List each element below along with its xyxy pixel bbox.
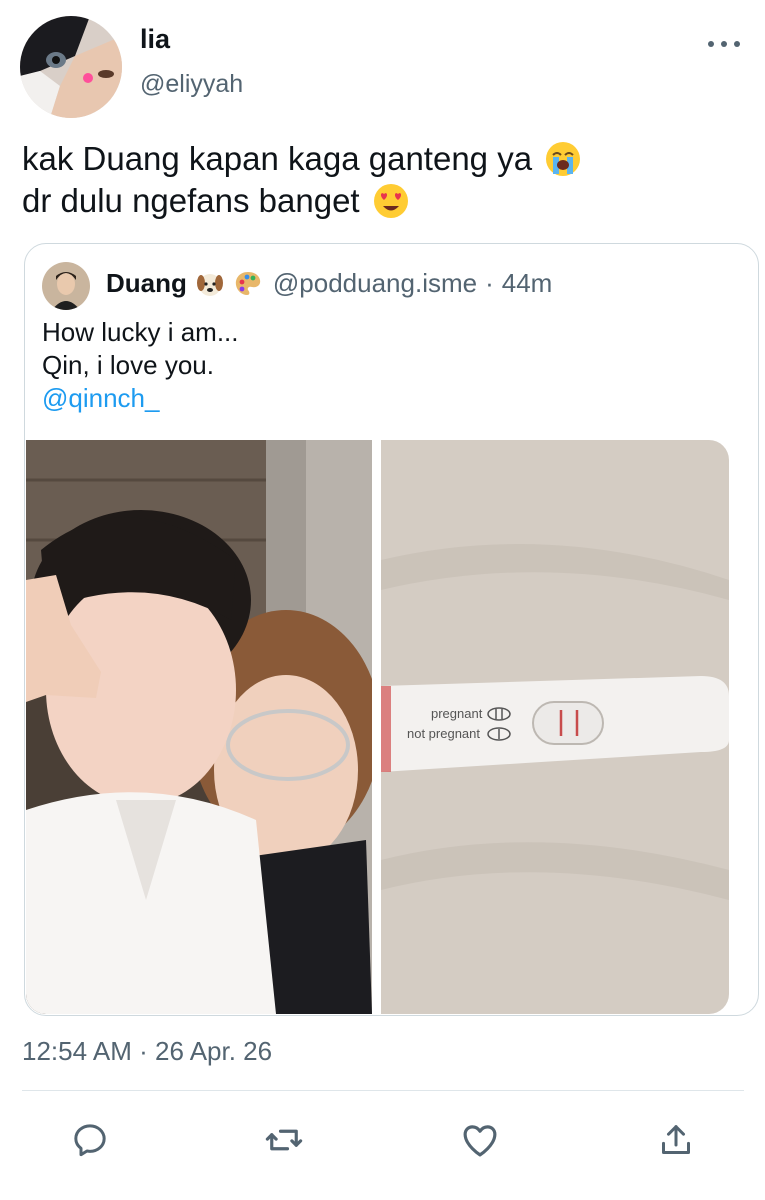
more-dot xyxy=(708,41,714,47)
loudly-crying-face-icon xyxy=(544,140,582,178)
test-label-not-pregnant: not pregnant xyxy=(407,726,480,741)
tweet-line-1: kak Duang kapan kaga ganteng ya xyxy=(22,138,582,180)
quoted-handle[interactable]: @podduang.isme xyxy=(273,268,477,299)
tweet-text: kak Duang kapan kaga ganteng ya dr dulu … xyxy=(22,138,582,222)
quoted-separator: · xyxy=(485,268,494,298)
dog-face-icon xyxy=(195,269,225,299)
author-display-name[interactable]: lia xyxy=(140,24,170,55)
author-avatar[interactable] xyxy=(20,16,122,118)
test-label-pregnant: pregnant xyxy=(431,706,483,721)
like-button[interactable] xyxy=(458,1118,502,1162)
tweet-line-2: dr dulu ngefans banget xyxy=(22,180,582,222)
quoted-author-avatar[interactable] xyxy=(42,262,90,310)
divider xyxy=(22,1090,744,1091)
more-dot xyxy=(721,41,727,47)
share-button[interactable] xyxy=(654,1118,698,1162)
like-icon xyxy=(463,1125,497,1157)
pregnancy-test-photo[interactable]: pregnant not pregnant xyxy=(381,440,729,1014)
quoted-text-line-1: How lucky i am... xyxy=(42,317,239,347)
more-options-icon[interactable] xyxy=(708,34,740,54)
tweet-timestamp[interactable]: 12:54 AM · 26 Apr. 26 xyxy=(22,1036,272,1067)
quoted-meta: Duang @podduang.isme · 44m xyxy=(106,268,552,299)
timestamp-time: 12:54 AM xyxy=(22,1036,132,1066)
quoted-time[interactable]: 44m xyxy=(502,268,553,299)
heart-eyes-icon xyxy=(372,182,410,220)
selfie-photo[interactable] xyxy=(26,440,372,1014)
more-dot xyxy=(734,41,740,47)
quoted-text: How lucky i am... Qin, i love you. @qinn… xyxy=(42,316,239,415)
reply-icon xyxy=(74,1124,106,1157)
tweet-line-2-text: dr dulu ngefans banget xyxy=(22,182,360,219)
quoted-mention-link[interactable]: @qinnch_ xyxy=(42,382,239,415)
artist-palette-icon xyxy=(233,269,263,299)
quoted-display-name[interactable]: Duang xyxy=(106,268,187,299)
share-icon xyxy=(662,1125,690,1154)
tweet-line-1-text: kak Duang kapan kaga ganteng ya xyxy=(22,140,533,177)
retweet-button[interactable] xyxy=(262,1118,306,1162)
timestamp-separator: · xyxy=(139,1036,148,1066)
timestamp-date: 26 Apr. 26 xyxy=(155,1036,273,1066)
reply-button[interactable] xyxy=(68,1118,112,1162)
author-handle[interactable]: @eliyyah xyxy=(140,70,243,99)
quoted-text-line-2: Qin, i love you. xyxy=(42,350,214,380)
retweet-icon xyxy=(265,1129,303,1151)
